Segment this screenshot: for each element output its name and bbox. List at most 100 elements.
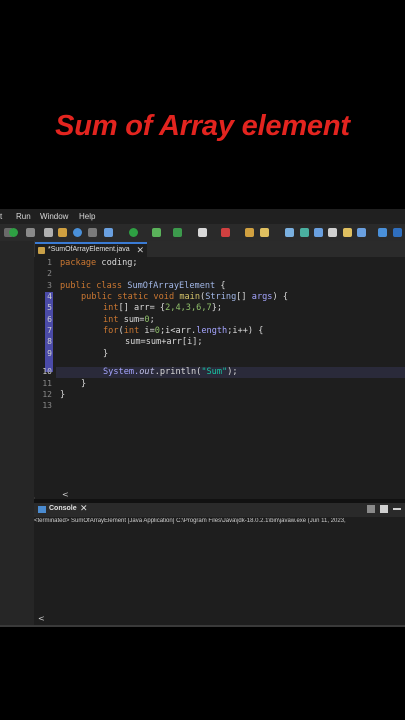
code-text: ;i++) { xyxy=(227,326,264,336)
folder-icon[interactable] xyxy=(58,228,67,237)
keyword: public xyxy=(60,281,92,291)
display-console-icon[interactable] xyxy=(380,505,388,513)
line-number: 10 xyxy=(42,367,52,376)
console-tab[interactable]: Console ✕ xyxy=(34,503,405,517)
perspective-icon[interactable] xyxy=(378,228,387,237)
code-text: [] xyxy=(236,292,252,302)
toolbar-icon[interactable] xyxy=(357,228,366,237)
keyword: public static void xyxy=(81,292,180,302)
code-text: ) { xyxy=(272,292,289,302)
class-name: SumOfArrayElement xyxy=(127,281,216,291)
number-literal: 2,4,3,6,7 xyxy=(165,303,212,313)
toolbar-icon[interactable] xyxy=(343,228,352,237)
keyword: int xyxy=(103,315,119,325)
code-text: sum= xyxy=(118,315,145,325)
toolbar-icon[interactable] xyxy=(314,228,323,237)
line-number: 13 xyxy=(42,401,52,410)
search-icon[interactable] xyxy=(260,228,269,237)
editor-scroll-left-icon[interactable]: < xyxy=(62,490,69,499)
class-name: String xyxy=(205,292,237,302)
parameter: args xyxy=(251,292,273,302)
toolbar-icon[interactable] xyxy=(300,228,309,237)
keyword: int xyxy=(123,326,140,336)
code-line: for(int i=0;i<arr.length;i++) { xyxy=(103,326,263,336)
keyword: class xyxy=(91,281,128,291)
code-text: ; xyxy=(149,315,155,325)
toolbar-icon[interactable] xyxy=(26,228,35,237)
code-line: int[] arr= {2,4,3,6,7}; xyxy=(103,303,222,313)
code-text: coding; xyxy=(96,258,138,268)
minimize-icon[interactable] xyxy=(393,508,401,510)
menu-bar: t Run Window Help xyxy=(0,209,405,224)
code-text: }; xyxy=(211,303,223,313)
line-number: 11 xyxy=(42,379,52,388)
code-line: int sum=0; xyxy=(103,315,155,325)
code-text: { xyxy=(215,281,226,291)
code-text: .println( xyxy=(154,367,202,377)
save-icon[interactable] xyxy=(44,228,53,237)
run-green-icon[interactable] xyxy=(129,228,138,237)
line-number: 2 xyxy=(47,269,52,278)
code-text: [] arr= { xyxy=(118,303,166,313)
code-line: System.out.println("Sum"); xyxy=(103,367,238,377)
line-number: 5 xyxy=(47,303,52,312)
line-number: 9 xyxy=(47,349,52,358)
editor-tab-label: *SumOfArrayElement.java xyxy=(48,246,130,253)
console-tab-label: Console xyxy=(49,505,77,512)
code-line: public class SumOfArrayElement { xyxy=(60,281,226,291)
status-bar xyxy=(0,625,405,627)
code-text: i= xyxy=(139,326,155,336)
eclipse-ide-window: t Run Window Help *SumOfArrayElement.jav… xyxy=(0,209,405,627)
code-text: ); xyxy=(227,367,238,377)
toolbar-icon[interactable] xyxy=(328,228,337,237)
code-text: ;i<arr. xyxy=(159,326,197,336)
console-icon xyxy=(38,506,46,513)
left-side-panel xyxy=(0,241,35,625)
stop-icon[interactable] xyxy=(221,228,230,237)
editor-tab[interactable]: *SumOfArrayElement.java ✕ xyxy=(35,242,147,258)
toolbar-icon[interactable] xyxy=(88,228,97,237)
video-caption: Sum of Array element xyxy=(55,110,350,142)
class-name: System. xyxy=(103,367,140,377)
code-line: } xyxy=(81,379,87,389)
external-tools-icon[interactable] xyxy=(173,228,182,237)
line-number: 1 xyxy=(47,258,52,267)
new-file-icon[interactable] xyxy=(198,228,207,237)
menu-item-help[interactable]: Help xyxy=(79,212,95,221)
close-icon[interactable]: ✕ xyxy=(136,245,144,256)
java-perspective-icon[interactable] xyxy=(393,228,402,237)
run-icon[interactable] xyxy=(9,228,18,237)
menu-item-project[interactable]: t xyxy=(0,212,2,221)
menu-item-window[interactable]: Window xyxy=(40,212,68,221)
console-scroll-left-icon[interactable]: < xyxy=(38,614,45,623)
menu-item-run[interactable]: Run xyxy=(16,212,31,221)
toolbar xyxy=(0,224,405,242)
coverage-icon[interactable] xyxy=(152,228,161,237)
debug-icon[interactable] xyxy=(104,228,113,237)
static-field: out xyxy=(139,367,155,377)
field-name: length xyxy=(196,326,228,336)
console-status: <terminated> SumOfArrayElement [Java App… xyxy=(34,518,346,524)
keyword: package xyxy=(60,258,97,268)
pin-console-icon[interactable] xyxy=(367,505,375,513)
globe-icon[interactable] xyxy=(73,228,82,237)
method-name: main xyxy=(179,292,201,302)
line-number: 3 xyxy=(47,281,52,290)
code-line: package coding; xyxy=(60,258,138,268)
code-line: } xyxy=(103,349,109,359)
string-literal: "Sum" xyxy=(201,367,228,377)
line-number: 6 xyxy=(47,315,52,324)
keyword: int xyxy=(103,303,119,313)
line-number: 8 xyxy=(47,337,52,346)
line-number: 12 xyxy=(42,390,52,399)
line-number: 4 xyxy=(47,292,52,301)
keyword: for xyxy=(103,326,119,336)
java-file-icon xyxy=(38,247,45,254)
open-type-icon[interactable] xyxy=(245,228,254,237)
line-number: 7 xyxy=(47,326,52,335)
settings-icon[interactable] xyxy=(285,228,294,237)
code-line: sum=sum+arr[i]; xyxy=(125,337,203,347)
code-line: } xyxy=(60,390,66,400)
close-icon[interactable]: ✕ xyxy=(80,503,88,514)
code-editor[interactable]: 1 2 3 4 5 6 7 8 9 10 11 12 13 package co… xyxy=(34,257,405,497)
